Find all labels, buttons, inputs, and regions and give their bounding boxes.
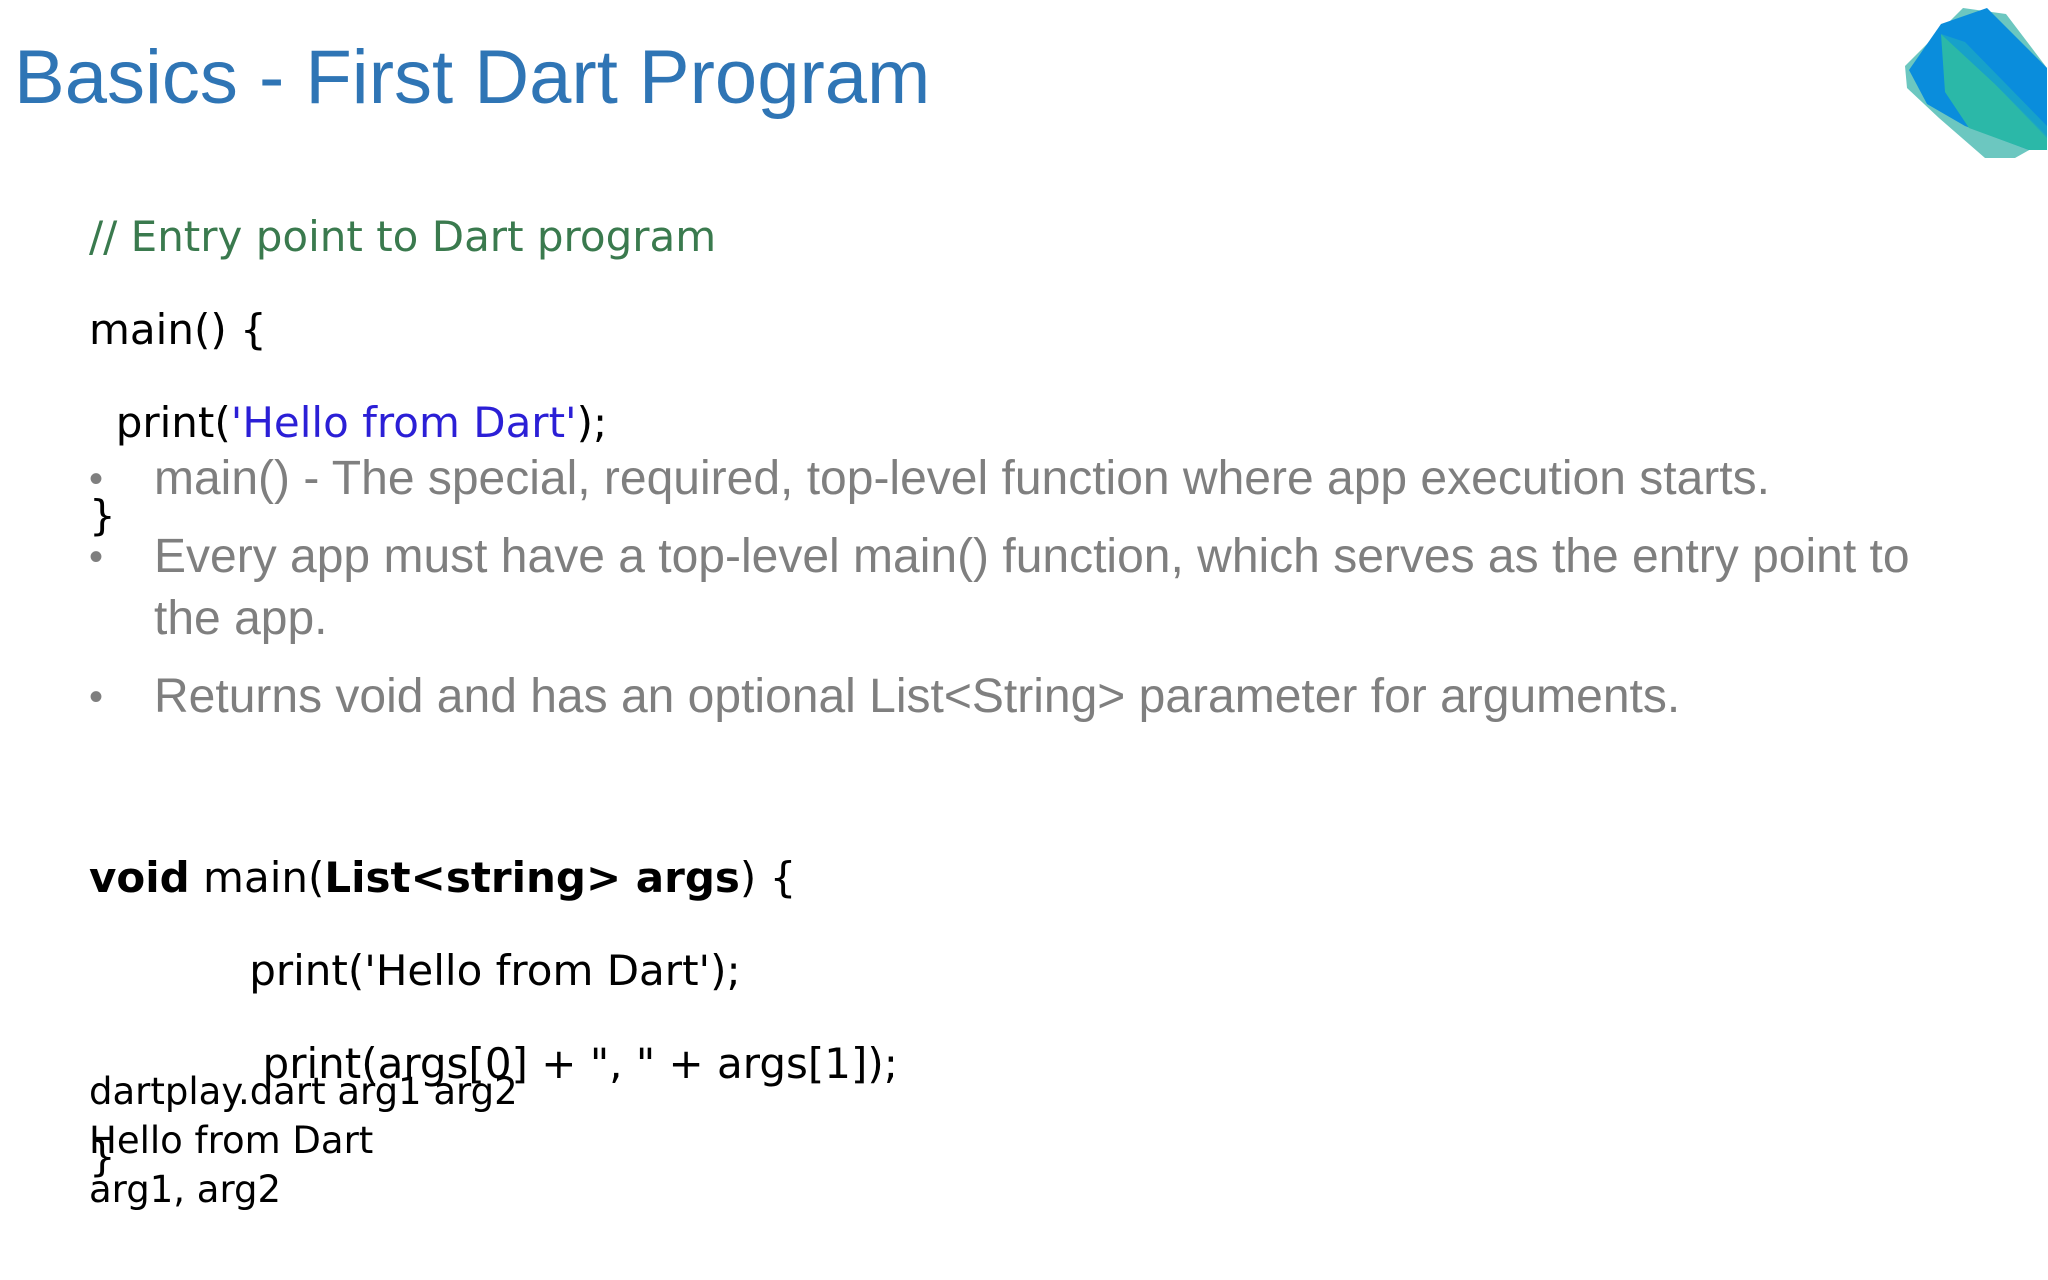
dart-logo-icon [1905, 8, 2047, 158]
output-line: arg1, arg2 [89, 1168, 282, 1211]
slide: Basics - First Dart Program // Entry poi… [0, 0, 2048, 1280]
bullet-item: • Every app must have a top-level main() … [89, 526, 1989, 650]
code-line-print: print('Hello from Dart'); [89, 395, 716, 450]
code-string-literal: 'Hello from Dart' [230, 398, 577, 447]
bullet-list: • main() - The special, required, top-lev… [89, 448, 1989, 744]
code-main-close: ) { [739, 853, 797, 902]
code-param: List<string> args [324, 853, 740, 902]
code-comment: // Entry point to Dart program [89, 212, 717, 261]
output-line: dartplay.dart arg1 arg2 [89, 1070, 518, 1113]
bullet-item: • Returns void and has an optional List<S… [89, 666, 1989, 728]
code-line-signature: void main(List<string> args) { [89, 850, 898, 905]
bullet-text: Every app must have a top-level main() f… [154, 530, 1910, 645]
program-output: dartplay.dart arg1 arg2 Hello from Dart … [89, 1067, 518, 1214]
code-main-open: main( [189, 853, 325, 902]
slide-title: Basics - First Dart Program [14, 35, 931, 120]
code-line-print-hello: print('Hello from Dart'); [89, 946, 741, 995]
output-line: Hello from Dart [89, 1119, 374, 1162]
bullet-dot: • [89, 457, 104, 501]
code-line-main: main() { [89, 305, 267, 354]
bullet-item: • main() - The special, required, top-lev… [89, 448, 1989, 510]
bullet-dot: • [89, 535, 104, 579]
code-keyword-void: void [89, 853, 190, 902]
bullet-text: main() - The special, required, top-leve… [154, 452, 1770, 505]
bullet-dot: • [89, 675, 104, 719]
bullet-text: Returns void and has an optional List<St… [154, 670, 1681, 723]
code-print-open: print( [89, 398, 231, 447]
code-print-close: ); [576, 398, 608, 447]
